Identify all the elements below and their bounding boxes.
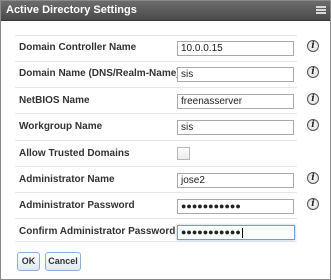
domain-name-input[interactable]: sis [177, 67, 294, 82]
help-icon[interactable]: i [307, 119, 319, 131]
title-bar[interactable]: Active Directory Settings [1, 1, 330, 21]
form-area: Domain Controller Name 10.0.0.15 i Domai… [1, 22, 330, 279]
domain-controller-input[interactable]: 10.0.0.15 [177, 41, 294, 56]
row-divider [15, 218, 297, 219]
dialog-title: Active Directory Settings [6, 4, 137, 16]
row-divider [15, 166, 297, 167]
window-menu-icon[interactable] [316, 6, 326, 15]
allow-trusted-checkbox[interactable] [177, 147, 190, 160]
active-directory-dialog: Active Directory Settings Domain Control… [0, 0, 331, 280]
admin-name-label: Administrator Name [19, 174, 115, 185]
help-icon[interactable]: i [307, 66, 319, 78]
text-caret [241, 227, 243, 238]
confirm-password-label: Confirm Administrator Password [19, 226, 176, 237]
row-divider [15, 113, 297, 114]
help-icon[interactable]: i [307, 198, 319, 210]
help-icon[interactable]: i [307, 172, 319, 184]
confirm-password-input[interactable]: ●●●●●●●●●●● [177, 225, 295, 240]
netbios-input[interactable]: freenasserver [177, 94, 294, 109]
row-divider [15, 192, 297, 193]
help-icon[interactable]: i [307, 93, 319, 105]
confirm-password-value: ●●●●●●●●●●● [181, 227, 241, 237]
cancel-button[interactable]: Cancel [45, 252, 81, 271]
row-divider [15, 35, 297, 36]
ok-button[interactable]: OK [17, 252, 40, 271]
row-divider [15, 241, 297, 242]
domain-controller-label: Domain Controller Name [19, 42, 137, 53]
admin-name-input[interactable]: jose2 [177, 173, 294, 188]
admin-password-input[interactable]: ●●●●●●●●●●● [177, 199, 294, 214]
workgroup-label: Workgroup Name [19, 121, 103, 132]
domain-name-label: Domain Name (DNS/Realm-Name) [19, 68, 180, 79]
admin-password-label: Administrator Password [19, 200, 135, 211]
row-divider [15, 140, 297, 141]
help-icon[interactable]: i [307, 40, 319, 52]
allow-trusted-label: Allow Trusted Domains [19, 148, 130, 159]
row-divider [15, 87, 297, 88]
netbios-label: NetBIOS Name [19, 95, 90, 106]
row-divider [15, 61, 297, 62]
workgroup-input[interactable]: sis [177, 120, 294, 135]
